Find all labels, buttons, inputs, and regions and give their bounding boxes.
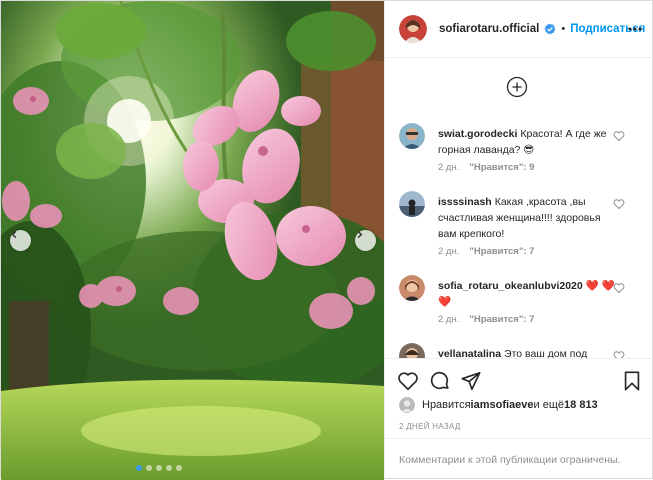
next-photo-button[interactable] bbox=[355, 230, 376, 251]
commenter-avatar[interactable] bbox=[399, 343, 425, 358]
comment-text-block: swiat.gorodecki Красота! А где же горная … bbox=[438, 126, 618, 158]
commenter-avatar[interactable] bbox=[399, 123, 425, 149]
comment-time: 2 дн. bbox=[438, 246, 460, 257]
comment-bubble-icon[interactable] bbox=[429, 370, 451, 392]
comment-text-block: sofia_rotaru_okeanlubvi2020 ❤️ ❤️ ❤️ bbox=[438, 278, 618, 310]
commenter-avatar[interactable] bbox=[399, 275, 425, 301]
author-avatar-image bbox=[399, 15, 427, 43]
post-photo[interactable] bbox=[1, 1, 384, 480]
commenter-avatar-image bbox=[399, 191, 425, 217]
liker-avatar bbox=[399, 397, 415, 413]
comment-item: issssinash Какая ,красота ,вы счастливая … bbox=[399, 191, 649, 261]
carousel-dot bbox=[176, 465, 182, 471]
carousel-dot bbox=[156, 465, 162, 471]
chevron-left-icon bbox=[11, 230, 17, 239]
likes-prefix: Нравится bbox=[422, 399, 471, 411]
comment-like-icon[interactable] bbox=[613, 130, 625, 142]
commenter-avatar-image bbox=[399, 123, 425, 149]
carousel-dot bbox=[136, 465, 142, 471]
comments-list: swiat.gorodecki Красота! А где же горная … bbox=[385, 59, 653, 358]
post-dialog: sofiarotaru.official • Подписаться swiat… bbox=[0, 0, 653, 480]
commenter-avatar-image bbox=[399, 275, 425, 301]
carousel-dot bbox=[146, 465, 152, 471]
likes-user[interactable]: iamsofiaeve bbox=[471, 399, 534, 411]
comment-meta: 2 дн. "Нравится": 7 bbox=[438, 246, 534, 257]
author-avatar[interactable] bbox=[399, 15, 427, 43]
comment-like-icon[interactable] bbox=[613, 198, 625, 210]
paper-plane-icon[interactable] bbox=[460, 370, 482, 392]
comment-username[interactable]: sofia_rotaru_okeanlubvi2020 bbox=[438, 280, 583, 292]
comment-text: Это ваш дом под bbox=[504, 348, 588, 358]
comment-like-icon[interactable] bbox=[613, 350, 625, 358]
plus-circle-icon[interactable] bbox=[506, 76, 528, 98]
comment-like-icon[interactable] bbox=[613, 282, 625, 294]
post-actions-bar bbox=[385, 358, 653, 398]
comment-likes[interactable]: "Нравится": 7 bbox=[469, 314, 534, 325]
comment-username[interactable]: swiat.gorodecki bbox=[438, 128, 517, 140]
comment-item: swiat.gorodecki Красота! А где же горная … bbox=[399, 123, 649, 183]
commenter-avatar[interactable] bbox=[399, 191, 425, 217]
verified-badge-icon bbox=[544, 23, 556, 35]
comment-time: 2 дн. bbox=[438, 314, 460, 325]
likes-count[interactable]: 18 813 bbox=[564, 399, 598, 411]
post-date[interactable]: 2 ДНЕЙ НАЗАД bbox=[399, 422, 461, 431]
post-side-panel: sofiarotaru.official • Подписаться swiat… bbox=[384, 1, 653, 480]
comment-item: sofia_rotaru_okeanlubvi2020 ❤️ ❤️ ❤️ 2 дн… bbox=[399, 275, 649, 335]
comment-text-block: vellanatalina Это ваш дом под bbox=[438, 346, 618, 358]
comment-username[interactable]: issssinash bbox=[438, 196, 492, 208]
comment-likes[interactable]: "Нравится": 7 bbox=[469, 246, 534, 257]
comment-time: 2 дн. bbox=[438, 162, 460, 173]
header-separator: • bbox=[561, 23, 566, 35]
garden-flowers-image bbox=[1, 1, 384, 480]
author-username[interactable]: sofiarotaru.official bbox=[439, 23, 539, 35]
bookmark-icon[interactable] bbox=[621, 370, 643, 392]
carousel-indicator bbox=[136, 465, 182, 471]
comment-meta: 2 дн. "Нравится": 9 bbox=[438, 162, 534, 173]
chevron-right-icon bbox=[357, 230, 363, 239]
comments-restricted-notice: Комментарии к этой публикации ограничены… bbox=[385, 438, 653, 480]
liker-avatar-image bbox=[399, 397, 415, 413]
comment-meta: 2 дн. "Нравится": 7 bbox=[438, 314, 534, 325]
likes-summary[interactable]: Нравится iamsofiaeve и ещё 18 813 bbox=[399, 397, 598, 413]
comment-text-block: issssinash Какая ,красота ,вы счастливая … bbox=[438, 194, 618, 242]
previous-photo-button[interactable] bbox=[10, 230, 31, 251]
carousel-dot bbox=[166, 465, 172, 471]
commenter-avatar-image bbox=[399, 343, 425, 358]
comment-username[interactable]: vellanatalina bbox=[438, 348, 501, 358]
heart-outline-icon[interactable] bbox=[397, 370, 419, 392]
comment-item: vellanatalina Это ваш дом под bbox=[399, 343, 649, 358]
likes-suffix: и ещё bbox=[533, 399, 565, 411]
comment-likes[interactable]: "Нравится": 9 bbox=[469, 162, 534, 173]
more-options-icon[interactable] bbox=[627, 21, 643, 37]
post-header: sofiarotaru.official • Подписаться bbox=[385, 1, 653, 58]
